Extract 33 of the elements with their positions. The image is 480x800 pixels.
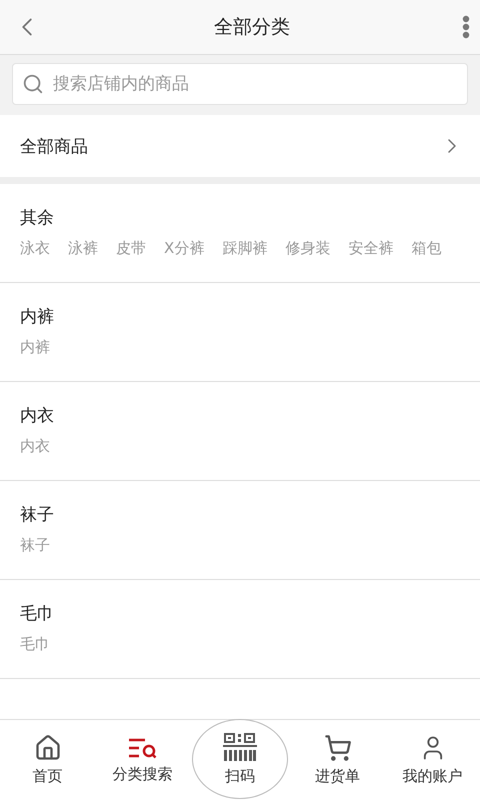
subcategory-link[interactable]: 内裤 — [20, 338, 50, 357]
subcategory-link[interactable]: 安全裤 — [348, 239, 394, 258]
home-icon — [34, 734, 62, 762]
tab-bar-item[interactable]: 分类搜索 — [95, 720, 190, 800]
all-goods-row[interactable]: 全部商品 — [0, 115, 480, 184]
more-button[interactable] — [462, 15, 470, 39]
search-field[interactable]: 搜索店铺内的商品 — [12, 63, 468, 105]
category-title[interactable]: 其余 — [20, 206, 460, 229]
qr-code-icon — [223, 732, 257, 762]
subcategory-link[interactable]: 皮带 — [116, 239, 146, 258]
more-icon — [462, 15, 470, 39]
subcategory-link[interactable]: 修身装 — [285, 239, 330, 258]
subcategory-link[interactable]: 袜子 — [20, 536, 50, 555]
tab-bar-item[interactable]: 首页 — [0, 720, 95, 800]
subcategory-link[interactable]: 箱包 — [411, 239, 442, 258]
tab-bar-item[interactable]: 我的账户 — [385, 720, 480, 800]
all-goods-label: 全部商品 — [20, 136, 88, 158]
subcategory-link[interactable]: 泳衣 — [20, 239, 50, 258]
category-title[interactable]: 内衣 — [20, 404, 460, 427]
list-search-icon — [128, 736, 158, 760]
tab-bar-item[interactable]: 进货单 — [290, 720, 385, 800]
subcategory-link[interactable]: 毛巾 — [20, 635, 50, 654]
category-title[interactable]: 袜子 — [20, 503, 460, 526]
subcategory-link[interactable]: X分裤 — [164, 239, 204, 258]
subcategory-link[interactable]: 踩脚裤 — [222, 239, 268, 258]
category-title[interactable]: 内裤 — [20, 305, 460, 328]
search-icon — [22, 73, 44, 95]
category-title[interactable]: 毛巾 — [20, 602, 460, 625]
subcategory-link[interactable]: 泳裤 — [68, 239, 98, 258]
tab-bar-item[interactable]: 扫码 — [192, 719, 288, 799]
subcategory-link[interactable]: 内衣 — [20, 437, 50, 456]
page-title: 全部分类 — [214, 15, 290, 40]
cart-icon — [324, 734, 352, 762]
